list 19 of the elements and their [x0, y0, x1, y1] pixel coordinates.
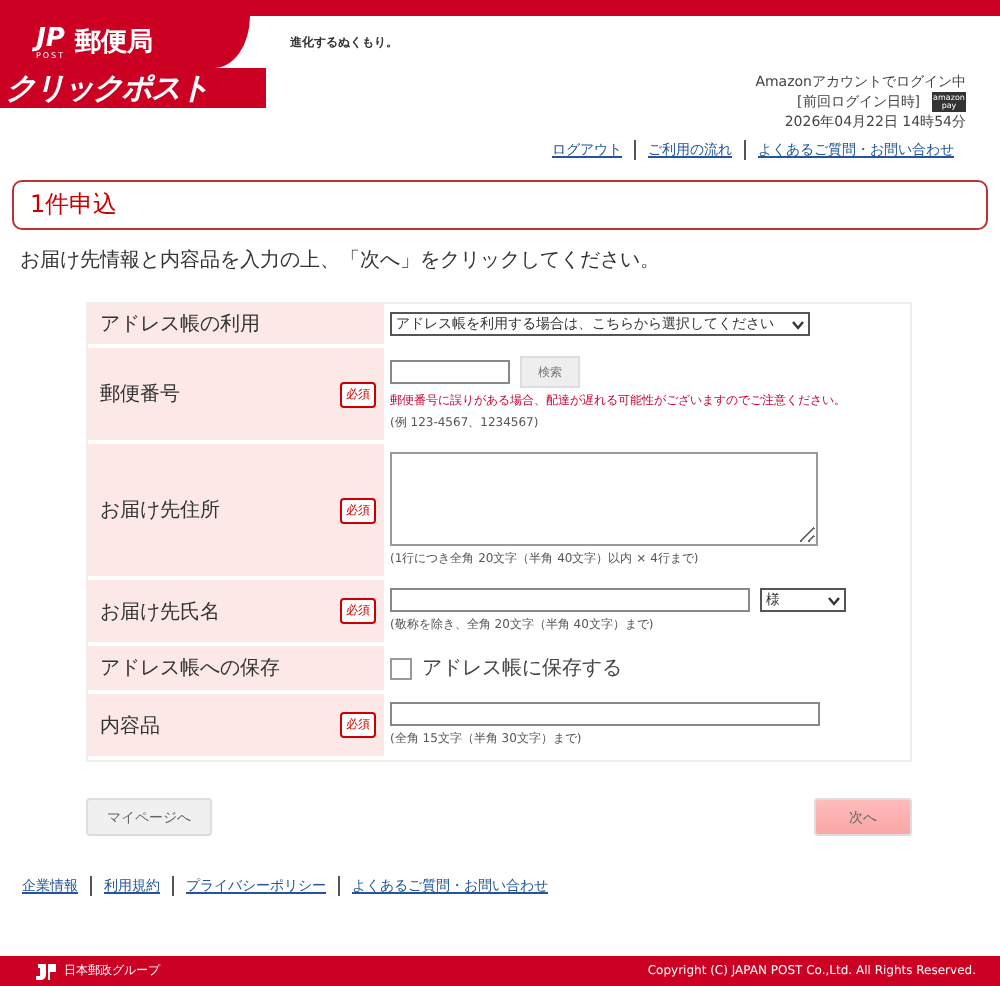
save-checkbox[interactable]: [390, 657, 412, 679]
field-label: アドレス帳の利用: [100, 311, 260, 338]
name-field[interactable]: [390, 588, 750, 612]
logo-name: 郵便局: [75, 26, 154, 60]
field-label: 郵便番号: [100, 381, 180, 408]
postal-code-field[interactable]: [390, 360, 510, 384]
address-field[interactable]: [390, 452, 818, 546]
checkbox-label: アドレス帳に保存する: [422, 656, 622, 682]
field-label: お届け先住所: [100, 497, 220, 524]
logo-icon: [36, 963, 56, 979]
contents-field[interactable]: [390, 702, 820, 726]
field-label: アドレス帳への保存: [100, 656, 280, 682]
field-label: お届け先氏名: [100, 599, 220, 625]
caret-icon: [828, 595, 840, 605]
field-label: 内容品: [100, 713, 160, 739]
instruction-text: お届け先情報と内容品を入力の上、「次へ」をクリックしてください。: [20, 247, 662, 274]
service-logo: クリックポスト: [0, 68, 266, 108]
caret-icon: [792, 319, 804, 329]
page-title: 1件申込: [12, 180, 988, 230]
